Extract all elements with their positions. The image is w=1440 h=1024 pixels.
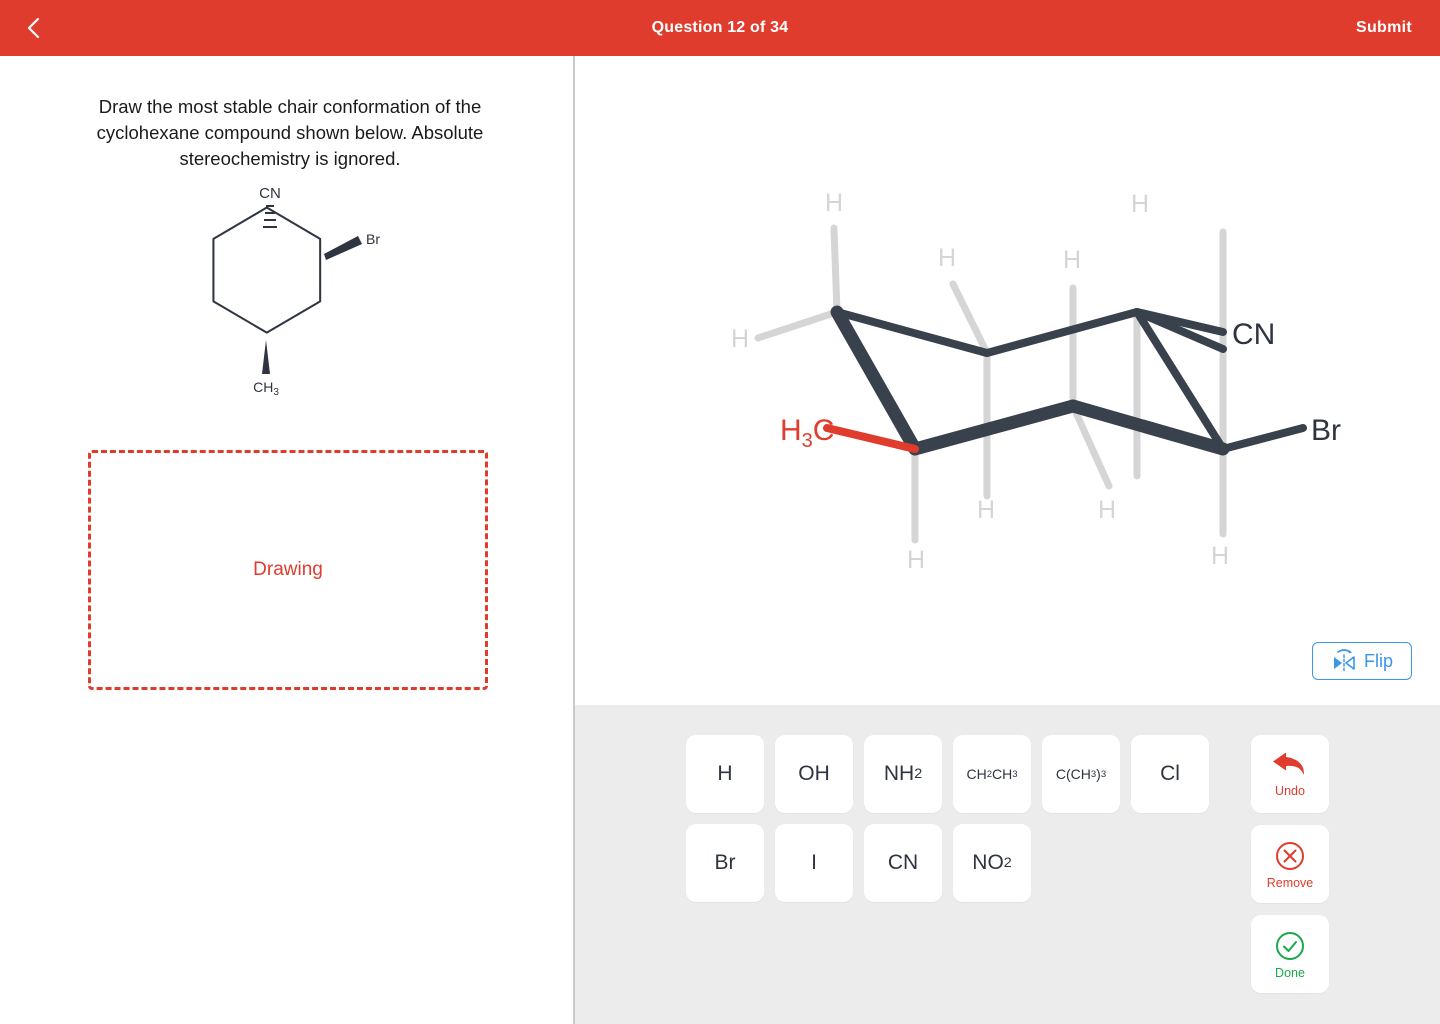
h-bond-c1-axial	[830, 224, 841, 316]
substituent-button-i[interactable]: I	[775, 824, 853, 902]
substituent-label: H	[717, 762, 733, 785]
substituent-toolbar: H OH NH 2 CH 2 CH 3 C(CH 3) 3 Cl Br I CN…	[575, 705, 1440, 1024]
label-h-5: H	[1131, 190, 1149, 218]
br-bold-wedge-bond	[324, 236, 362, 260]
circle-x-icon	[1276, 841, 1304, 870]
substituent-label: CN	[887, 851, 919, 874]
substituent-tail-sub: 3	[1100, 768, 1107, 780]
submit-button[interactable]: Submit	[1356, 0, 1412, 56]
undo-label: Undo	[1275, 783, 1305, 798]
substituent-label: CH	[966, 766, 987, 782]
flip-horizontal-icon	[1333, 649, 1355, 672]
action-button-column: Undo Remove Done	[1251, 735, 1329, 993]
label-methyl-chair: H3C	[780, 414, 834, 452]
substituent-button-cl[interactable]: Cl	[1131, 735, 1209, 813]
substituent-label: OH	[798, 762, 830, 785]
substituent-button-cch33[interactable]: C(CH 3) 3	[1042, 735, 1120, 813]
drawing-placeholder: Drawing	[253, 559, 323, 580]
substituent-label: NO	[972, 851, 1004, 874]
hydrogen-labels-group: H H H H H H H H H	[731, 189, 1229, 574]
label-cn-2d: CN	[259, 188, 281, 202]
substituent-button-grid: H OH NH 2 CH 2 CH 3 C(CH 3) 3 Cl Br I CN…	[686, 735, 1226, 902]
done-label: Done	[1275, 965, 1305, 980]
label-cn-chair: CN	[1232, 318, 1275, 351]
substituent-button-nh2[interactable]: NH 2	[864, 735, 942, 813]
left-panel: Draw the most stable chair conformation …	[0, 56, 573, 1024]
chair-conformation-canvas[interactable]: H H H H H H H H H CN Br H3C	[575, 56, 1440, 706]
app-header: Question 12 of 34 Submit	[0, 0, 1440, 56]
label-h-9: H	[1211, 542, 1229, 570]
label-h-3: H	[938, 244, 956, 272]
label-h-8: H	[907, 546, 925, 574]
question-prompt: Draw the most stable chair conformation …	[96, 96, 484, 169]
ring-bond-c2-c3	[983, 308, 1141, 357]
label-h-4: H	[1063, 246, 1081, 274]
substituent-tail: CH	[992, 766, 1013, 782]
hydrogen-bonds-group	[754, 224, 1227, 544]
substituent-button-ch2ch3[interactable]: CH 2 CH 3	[953, 735, 1031, 813]
label-ch3-2d: CH3	[253, 379, 279, 398]
label-br-chair: Br	[1311, 414, 1341, 447]
label-h-6: H	[977, 496, 995, 524]
app-root: Question 12 of 34 Submit Draw the most s…	[0, 0, 1440, 1024]
question-counter: Question 12 of 34	[651, 19, 789, 36]
label-h-2: H	[731, 325, 749, 353]
flip-label: Flip	[1363, 650, 1393, 671]
remove-label: Remove	[1266, 875, 1314, 890]
substituent-label: Br	[714, 851, 736, 874]
h-bond-c1-equatorial	[754, 308, 841, 342]
label-h-1: H	[825, 189, 843, 217]
substituent-button-br[interactable]: Br	[686, 824, 764, 902]
substituent-sub: 2	[914, 766, 923, 782]
chair-ring-skeleton	[830, 305, 1230, 456]
substituent-button-no2[interactable]: NO 2	[953, 824, 1031, 902]
undo-button[interactable]: Undo	[1251, 735, 1329, 813]
substituent-label: C(CH	[1055, 766, 1091, 782]
circle-check-icon	[1276, 931, 1304, 960]
ch3-bold-wedge-bond	[262, 340, 270, 374]
substituent-button-h[interactable]: H	[686, 735, 764, 813]
flip-button[interactable]: Flip	[1312, 642, 1412, 680]
drawing-dropzone[interactable]: Drawing	[88, 450, 488, 690]
substituent-sub: 2	[1003, 855, 1012, 871]
done-button[interactable]: Done	[1251, 915, 1329, 993]
molecule-2d-structure: CN Br CH3	[186, 185, 396, 408]
substituent-label: I	[811, 851, 817, 874]
undo-arrow-icon	[1273, 752, 1305, 775]
label-h-7: H	[1098, 496, 1116, 524]
substituent-label: NH	[883, 762, 915, 785]
substituent-button-cn[interactable]: CN	[864, 824, 942, 902]
ring-bond-c6-c5	[908, 399, 1080, 456]
label-br-2d: Br	[366, 231, 380, 247]
substituent-label: Cl	[1160, 762, 1180, 785]
substituent-button-oh[interactable]: OH	[775, 735, 853, 813]
remove-button[interactable]: Remove	[1251, 825, 1329, 903]
substituent-tail-sub: 3	[1012, 768, 1018, 780]
bond-to-br	[1219, 424, 1307, 453]
